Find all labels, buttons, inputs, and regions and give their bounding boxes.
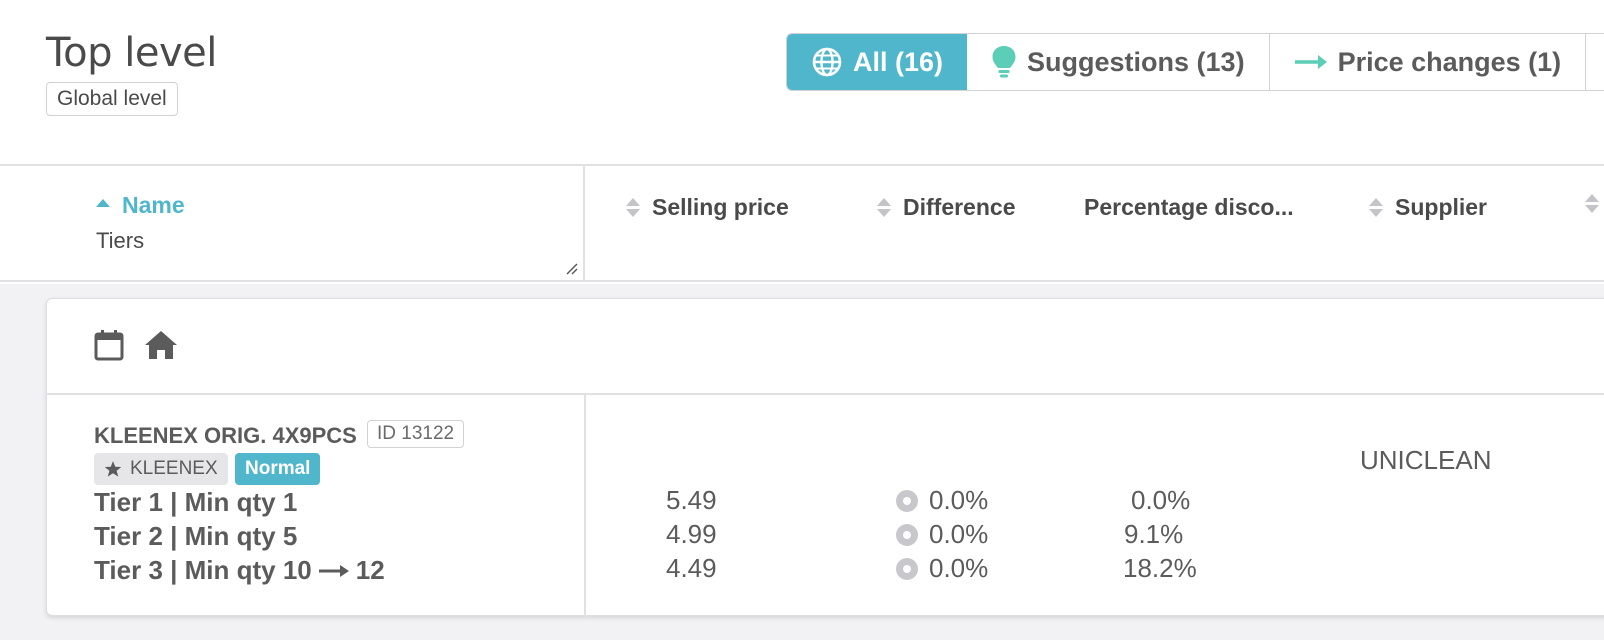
tier-label: Tier 1 | Min qty 1 bbox=[94, 487, 298, 517]
brand-name: KLEENEX bbox=[130, 458, 218, 479]
home-icon[interactable] bbox=[144, 329, 178, 366]
product-card: KLEENEX ORIG. 4X9PCS ID 13122 KLEENEX No… bbox=[46, 298, 1604, 617]
tier-difference: 0.0% bbox=[895, 519, 988, 550]
page-title: Top level bbox=[46, 30, 217, 76]
sort-by-name-button[interactable]: Name bbox=[96, 192, 185, 219]
tier-price: 5.49 bbox=[666, 485, 717, 515]
name-column-label: Name bbox=[122, 192, 185, 218]
filter-all-label: All (16) bbox=[853, 46, 944, 77]
page-header: Top level Global level All (16) Suggesti… bbox=[0, 0, 1604, 164]
sort-icon bbox=[1585, 194, 1599, 213]
tier-label: Tier 3 | Min qty 10 bbox=[94, 555, 312, 585]
filter-suggestions-label: Suggestions (13) bbox=[1027, 46, 1245, 77]
star-icon bbox=[104, 460, 122, 478]
selling-price-column-label: Selling price bbox=[652, 194, 789, 220]
neutral-dot-icon bbox=[895, 489, 919, 513]
filter-suggestions-button[interactable]: Suggestions (13) bbox=[967, 34, 1270, 90]
tier-discount: 18.2% bbox=[1123, 553, 1197, 583]
supplier-column-label: Supplier bbox=[1395, 194, 1488, 220]
name-column-header: Name Tiers bbox=[0, 166, 585, 280]
tier-difference: 0.0% bbox=[895, 485, 988, 516]
tier-difference: 0.0% bbox=[895, 553, 988, 584]
product-info: KLEENEX ORIG. 4X9PCS ID 13122 KLEENEX No… bbox=[47, 395, 586, 617]
table-header: Name Tiers Selling price Difference Perc… bbox=[0, 164, 1604, 282]
neutral-dot-icon bbox=[895, 557, 919, 581]
neutral-dot-icon bbox=[895, 523, 919, 547]
difference-value: 0.0% bbox=[929, 485, 989, 515]
sort-by-selling-price-button[interactable]: Selling price bbox=[626, 194, 789, 221]
difference-column-label: Difference bbox=[903, 194, 1016, 220]
tier-discount: 0.0% bbox=[1131, 485, 1191, 515]
tier-label: Tier 2 | Min qty 5 bbox=[94, 521, 298, 551]
product-id-badge: ID 13122 bbox=[367, 420, 465, 448]
globe-icon bbox=[811, 46, 843, 78]
card-toolbar bbox=[47, 299, 1604, 395]
brand-tag: KLEENEX bbox=[94, 453, 228, 485]
difference-value: 0.0% bbox=[929, 519, 989, 549]
sort-by-difference-button[interactable]: Difference bbox=[877, 194, 1015, 221]
filter-price-changes-button[interactable]: Price changes (1) bbox=[1270, 34, 1587, 90]
sort-icon bbox=[1369, 198, 1383, 217]
tier-price: 4.99 bbox=[666, 519, 717, 549]
calendar-icon[interactable] bbox=[94, 329, 124, 366]
filter-tabs: All (16) Suggestions (13) Price changes … bbox=[786, 33, 1604, 91]
sort-icon bbox=[626, 198, 640, 217]
tier-price: 4.49 bbox=[666, 553, 717, 583]
long-arrow-right-icon bbox=[318, 563, 350, 579]
filter-all-button[interactable]: All (16) bbox=[787, 34, 968, 90]
arrow-right-icon bbox=[1294, 52, 1328, 72]
sort-icon bbox=[877, 198, 891, 217]
tier-row-label: Tier 2 | Min qty 5 bbox=[94, 521, 297, 552]
tier-new-min-qty: 12 bbox=[355, 555, 385, 585]
lightbulb-icon bbox=[991, 45, 1017, 79]
percentage-discount-column-header[interactable]: Percentage disco... bbox=[1084, 194, 1294, 221]
sort-ascending-icon bbox=[96, 198, 110, 207]
percentage-discount-column-label: Percentage disco... bbox=[1084, 194, 1294, 220]
supplier-name: UNICLEAN bbox=[1360, 445, 1492, 475]
tier-row-label: Tier 1 | Min qty 1 bbox=[94, 487, 297, 518]
tiers-sub-label: Tiers bbox=[96, 228, 145, 253]
status-badge: Normal bbox=[235, 453, 321, 485]
table-body: KLEENEX ORIG. 4X9PCS ID 13122 KLEENEX No… bbox=[0, 284, 1604, 640]
difference-value: 0.0% bbox=[929, 553, 989, 583]
tier-discount: 9.1% bbox=[1124, 519, 1184, 549]
page: Top level Global level All (16) Suggesti… bbox=[0, 0, 1604, 640]
column-resize-handle[interactable] bbox=[565, 262, 579, 276]
sort-by-supplier-button[interactable]: Supplier bbox=[1369, 194, 1487, 221]
product-name: KLEENEX ORIG. 4X9PCS bbox=[94, 423, 357, 448]
level-badge: Global level bbox=[46, 82, 178, 116]
filter-price-changes-label: Price changes (1) bbox=[1337, 46, 1562, 77]
sort-next-column-button[interactable] bbox=[1585, 194, 1604, 213]
tier-row-label: Tier 3 | Min qty 10 12 bbox=[94, 555, 385, 586]
